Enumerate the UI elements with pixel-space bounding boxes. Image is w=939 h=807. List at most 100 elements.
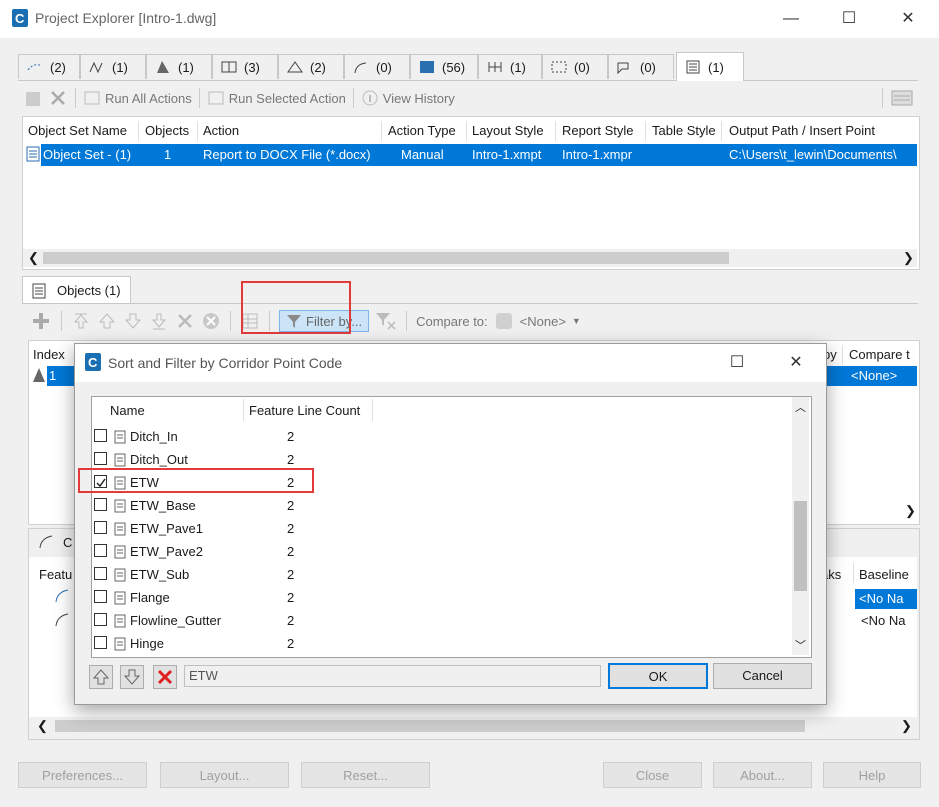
object-set-row[interactable]: Object Set - (1) 1 Report to DOCX File (… [41,144,917,166]
tab-feature-lines[interactable]: (0) [344,54,410,79]
col-name[interactable]: Name [110,403,145,418]
scroll-down-icon[interactable]: ﹀ [795,637,806,653]
filter-text-field[interactable]: ETW [184,665,601,687]
move-down-icon[interactable] [123,311,143,331]
feature-row-selected[interactable]: <No Na [855,589,917,609]
clear-all-icon[interactable] [201,311,221,331]
col-compare-to[interactable]: Compare t [849,341,910,369]
checkbox[interactable] [94,567,107,580]
lower-horizontal-scrollbar[interactable]: ❮ ❯ [29,717,917,735]
list-item[interactable]: Ditch_In 2 [92,425,792,448]
move-top-icon[interactable] [71,311,91,331]
list-item[interactable]: ETW_Sub 2 [92,563,792,586]
col-table-style[interactable]: Table Style [652,117,716,145]
col-objects[interactable]: Objects [145,117,189,145]
lower-tab-label[interactable]: C [63,535,72,550]
scroll-left-icon[interactable]: ❮ [28,250,39,266]
layout-button[interactable]: Layout... [160,762,289,788]
list-options-icon[interactable] [890,88,918,108]
checkbox[interactable] [94,590,107,603]
scroll-thumb[interactable] [43,252,729,264]
col-feature[interactable]: Featu [39,567,72,582]
scroll-thumb[interactable] [794,501,807,591]
tab-profiles[interactable]: (1) [80,54,146,79]
close-button[interactable]: Close [603,762,702,788]
list-item[interactable]: ETW_Pave2 2 [92,540,792,563]
minimize-button[interactable]: — [776,6,806,32]
move-up-button[interactable] [89,665,113,689]
scroll-left-icon[interactable]: ❮ [37,718,48,734]
run-selected-action-button[interactable]: Run Selected Action [207,89,346,107]
add-icon[interactable] [30,310,52,332]
col-action[interactable]: Action [203,117,239,145]
objects-toolbar: Filter by... Compare to: <None> ▼ [30,308,910,334]
preferences-button[interactable]: Preferences... [18,762,147,788]
checkbox[interactable] [94,636,107,649]
maximize-button[interactable]: ☐ [834,6,864,32]
list-item[interactable]: ETW_Pave1 2 [92,517,792,540]
checkbox[interactable] [94,429,107,442]
scroll-thumb[interactable] [55,720,805,732]
tab-pipe-networks[interactable]: (1) [478,54,542,79]
move-up-icon[interactable] [97,311,117,331]
scroll-right-icon[interactable]: ❯ [905,503,916,519]
col-index[interactable]: Index [33,341,65,369]
horizontal-scrollbar[interactable]: ❮ ❯ [23,249,917,267]
cancel-button[interactable]: Cancel [713,663,812,689]
tab-objects[interactable]: Objects (1) [22,276,131,305]
delete-icon[interactable] [48,88,68,108]
vertical-scrollbar[interactable]: ︿ ﹀ [792,397,809,655]
compare-to-dropdown[interactable]: <None> ▼ [494,311,581,331]
col-object-set-name[interactable]: Object Set Name [28,117,127,145]
about-button[interactable]: About... [713,762,812,788]
checkbox[interactable] [94,521,107,534]
reset-button[interactable]: Reset... [301,762,430,788]
col-layout-style[interactable]: Layout Style [472,117,544,145]
checkbox[interactable] [94,613,107,626]
tab-count: (0) [574,59,590,75]
clear-button[interactable] [153,665,177,689]
row-action: Report to DOCX File (*.docx) [203,147,371,162]
scroll-right-icon[interactable]: ❯ [903,250,914,266]
checkbox[interactable] [94,544,107,557]
tab-alignments[interactable]: (2) [18,54,80,79]
dialog-close-button[interactable]: ✕ [781,350,811,376]
help-button[interactable]: Help [823,762,921,788]
dialog-maximize-button[interactable]: ☐ [722,350,752,376]
scroll-right-icon[interactable]: ❯ [901,718,912,734]
list-item[interactable]: Hinge 2 [92,632,792,655]
move-bottom-icon[interactable] [149,311,169,331]
tab-count: (1) [708,59,724,75]
list-item[interactable]: Flange 2 [92,586,792,609]
checkbox[interactable] [94,498,107,511]
checkbox[interactable] [94,452,107,465]
list-item[interactable]: Flowline_Gutter 2 [92,609,792,632]
col-report-style[interactable]: Report Style [562,117,634,145]
col-action-type[interactable]: Action Type [388,117,456,145]
tab-parcels[interactable]: (0) [542,54,608,79]
col-output-path[interactable]: Output Path / Insert Point [729,117,875,145]
tab-surfaces[interactable]: (2) [278,54,344,79]
move-down-button[interactable] [120,665,144,689]
ok-button[interactable]: OK [608,663,708,689]
point-code-icon [114,430,126,444]
tab-assemblies[interactable]: (0) [608,54,674,79]
list-item[interactable]: ETW_Base 2 [92,494,792,517]
item-count: 2 [287,452,295,467]
clear-filter-icon[interactable] [375,311,397,331]
tab-corridors[interactable]: (1) [146,54,212,79]
run-all-actions-button[interactable]: Run All Actions [83,89,192,107]
tab-object-sets[interactable]: (1) [676,52,744,81]
tab-sample-lines[interactable]: (3) [212,54,278,79]
new-object-set-icon[interactable] [22,88,44,108]
col-feature-line-count[interactable]: Feature Line Count [249,403,360,418]
point-code-icon [114,637,126,651]
close-window-button[interactable]: ✕ [893,6,923,32]
tab-point-groups[interactable]: (56) [410,54,478,79]
main-toolbar: Run All Actions Run Selected Action View… [22,84,918,112]
scroll-up-icon[interactable]: ︿ [795,399,806,415]
point-code-list: Name Feature Line Count Ditch_In 2 Ditch_O… [91,396,812,658]
col-baseline[interactable]: Baseline [859,567,909,582]
remove-icon[interactable] [175,311,195,331]
view-history-button[interactable]: View History [361,89,455,107]
